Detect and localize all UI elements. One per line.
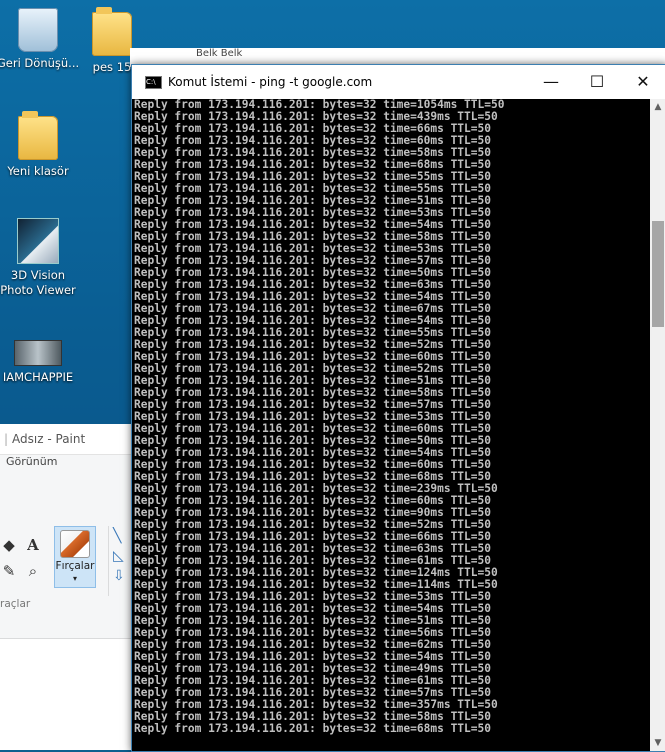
brushes-label: Fırçalar bbox=[55, 560, 95, 572]
paint-title: Adsız - Paint bbox=[12, 432, 86, 446]
cmd-title: Komut İstemi - ping -t google.com bbox=[168, 75, 373, 89]
text-tool-icon[interactable]: A bbox=[24, 536, 42, 554]
desktop-icon-label: IAMCHAPPIE bbox=[2, 370, 74, 384]
close-button[interactable]: ✕ bbox=[620, 65, 665, 99]
triangle-shape-icon[interactable]: ◺ bbox=[113, 548, 124, 564]
scroll-down-arrow-icon[interactable]: ▼ bbox=[650, 735, 665, 751]
fill-bucket-icon[interactable]: ◆ bbox=[0, 536, 18, 554]
desktop-icon-iamchappie[interactable]: IAMCHAPPIE bbox=[0, 330, 80, 385]
arrow-shape-icon[interactable]: ⇩ bbox=[113, 568, 125, 584]
chevron-down-icon: ▾ bbox=[72, 574, 77, 583]
minimize-button[interactable]: — bbox=[528, 65, 574, 99]
desktop-icon-label: 3D Vision Photo Viewer bbox=[0, 268, 76, 297]
scroll-up-arrow-icon[interactable]: ▲ bbox=[650, 99, 665, 115]
magnifier-icon[interactable]: ⌕ bbox=[24, 562, 42, 580]
cmd-app-icon: C:\ bbox=[145, 76, 162, 89]
maximize-button[interactable]: ☐ bbox=[574, 65, 620, 99]
desktop-icon-3d-vision[interactable]: 3D Vision Photo Viewer bbox=[0, 218, 80, 298]
folder-icon bbox=[92, 7, 132, 56]
paint-titlebar[interactable]: | Adsız - Paint bbox=[0, 424, 140, 455]
paint-ribbon: ◆ A ✎ ⌕ Fırçalar ▾ raçlar ╲ ◺ ⇩ bbox=[0, 468, 140, 639]
paint-window[interactable]: | Adsız - Paint Görünüm ◆ A ✎ ⌕ Fırçalar … bbox=[0, 424, 140, 750]
desktop-icon-yeni-klasor[interactable]: Yeni klasör bbox=[0, 111, 80, 179]
color-picker-icon[interactable]: ✎ bbox=[0, 562, 18, 580]
vertical-scrollbar[interactable]: ▲ ▼ bbox=[650, 99, 665, 751]
recycle-bin-icon bbox=[18, 8, 58, 52]
3d-vision-icon bbox=[17, 218, 59, 264]
command-prompt-window[interactable]: C:\ Komut İstemi - ping -t google.com — … bbox=[131, 64, 665, 752]
desktop-icon-label: Geri Dönüşü... bbox=[0, 56, 80, 70]
brush-icon bbox=[60, 530, 90, 558]
brushes-button[interactable]: Fırçalar ▾ bbox=[54, 526, 96, 588]
scrollbar-thumb[interactable] bbox=[652, 221, 664, 327]
folder-icon bbox=[18, 111, 58, 160]
background-window-text: Belk Belk bbox=[196, 48, 243, 59]
tools-group-label: raçlar bbox=[0, 598, 31, 610]
desktop-icon-label: Yeni klasör bbox=[7, 164, 69, 178]
console-output[interactable]: Reply from 173.194.116.201: bytes=32 tim… bbox=[132, 99, 652, 751]
video-thumbnail-icon bbox=[14, 340, 62, 366]
line-shape-icon[interactable]: ╲ bbox=[113, 528, 121, 544]
cmd-titlebar[interactable]: C:\ Komut İstemi - ping -t google.com — … bbox=[132, 65, 665, 99]
desktop-icon-label: pes 15 bbox=[92, 60, 132, 74]
desktop-icon-recycle-bin[interactable]: Geri Dönüşü... bbox=[0, 8, 80, 71]
paint-menu-view[interactable]: Görünüm bbox=[0, 455, 140, 469]
ping-reply-line: Reply from 173.194.116.201: bytes=32 tim… bbox=[134, 722, 491, 735]
